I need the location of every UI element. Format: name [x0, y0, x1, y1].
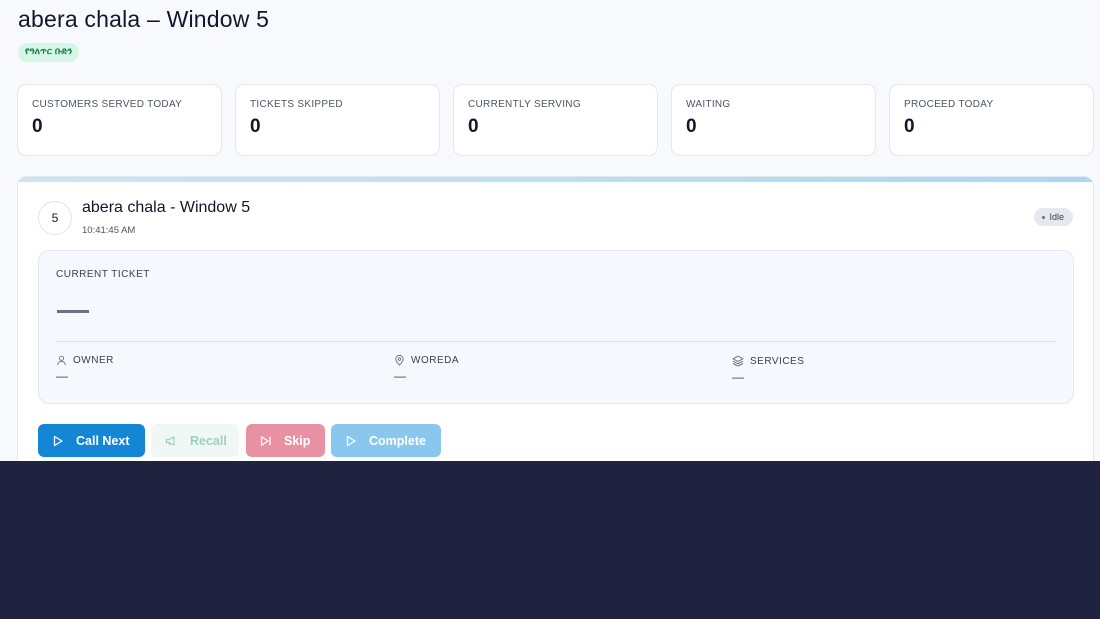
play-icon	[53, 435, 63, 446]
stat-label: WAITING	[686, 99, 731, 110]
skip-label: Skip	[284, 433, 311, 448]
window-title: abera chala - Window 5	[82, 199, 251, 216]
owner-label: OWNER	[73, 355, 114, 366]
stat-card-customers-served: CUSTOMERS SERVED TODAY 0	[17, 84, 222, 156]
stats-row: CUSTOMERS SERVED TODAY 0 TICKETS SKIPPED…	[17, 84, 1094, 156]
stat-value: 0	[250, 116, 261, 137]
window-number-avatar: 5	[38, 201, 72, 235]
layers-icon	[732, 355, 744, 367]
stat-card-proceed-today: PROCEED TODAY 0	[889, 84, 1094, 156]
department-badge: የዓለጥር ቡድን	[18, 43, 80, 62]
woreda-field: WOREDA —	[394, 355, 459, 383]
stat-value: 0	[686, 116, 697, 137]
map-pin-icon	[395, 355, 404, 366]
call-next-button[interactable]: Call Next	[38, 424, 145, 457]
skip-button[interactable]: Skip	[246, 424, 325, 457]
stat-card-waiting: WAITING 0	[671, 84, 876, 156]
megaphone-icon	[165, 435, 175, 446]
recall-label: Recall	[190, 433, 227, 448]
card-accent-bar	[18, 177, 1093, 182]
window-card: 5 abera chala - Window 5 10:41:45 AM Idl…	[17, 176, 1094, 461]
recall-button[interactable]: Recall	[151, 424, 239, 457]
services-label: SERVICES	[750, 355, 805, 367]
current-ticket-panel: CURRENT TICKET OWNER — WOREDA — SERVICES…	[38, 250, 1074, 404]
play-icon	[346, 435, 356, 446]
call-next-label: Call Next	[76, 433, 130, 448]
stat-card-tickets-skipped: TICKETS SKIPPED 0	[235, 84, 440, 156]
stat-value: 0	[468, 116, 479, 137]
woreda-label: WOREDA	[411, 355, 459, 366]
page-title: abera chala – Window 5	[18, 6, 270, 32]
complete-button[interactable]: Complete	[331, 424, 441, 457]
services-field: SERVICES —	[732, 355, 805, 385]
current-ticket-label: CURRENT TICKET	[56, 269, 150, 280]
stat-label: CUSTOMERS SERVED TODAY	[32, 99, 183, 110]
divider	[56, 341, 1056, 342]
status-dot	[1042, 216, 1046, 220]
skip-forward-icon	[260, 435, 271, 446]
stat-label: CURRENTLY SERVING	[468, 99, 581, 110]
stat-value: 0	[904, 116, 915, 137]
stat-label: TICKETS SKIPPED	[250, 99, 343, 110]
stat-label: PROCEED TODAY	[904, 99, 994, 110]
stat-card-currently-serving: CURRENTLY SERVING 0	[453, 84, 658, 156]
owner-value: —	[56, 369, 68, 383]
services-value: —	[732, 370, 744, 384]
user-icon	[57, 355, 66, 366]
complete-label: Complete	[369, 433, 426, 448]
current-ticket-placeholder	[57, 310, 89, 313]
queue-window-app: abera chala – Window 5 የዓለጥር ቡድን CUSTOME…	[0, 0, 1100, 461]
woreda-value: —	[394, 369, 406, 383]
status-badge: Idle	[1034, 208, 1073, 226]
owner-field: OWNER —	[56, 355, 114, 383]
window-time: 10:41:45 AM	[82, 225, 136, 236]
status-text: Idle	[1049, 212, 1064, 222]
stat-value: 0	[32, 116, 43, 137]
